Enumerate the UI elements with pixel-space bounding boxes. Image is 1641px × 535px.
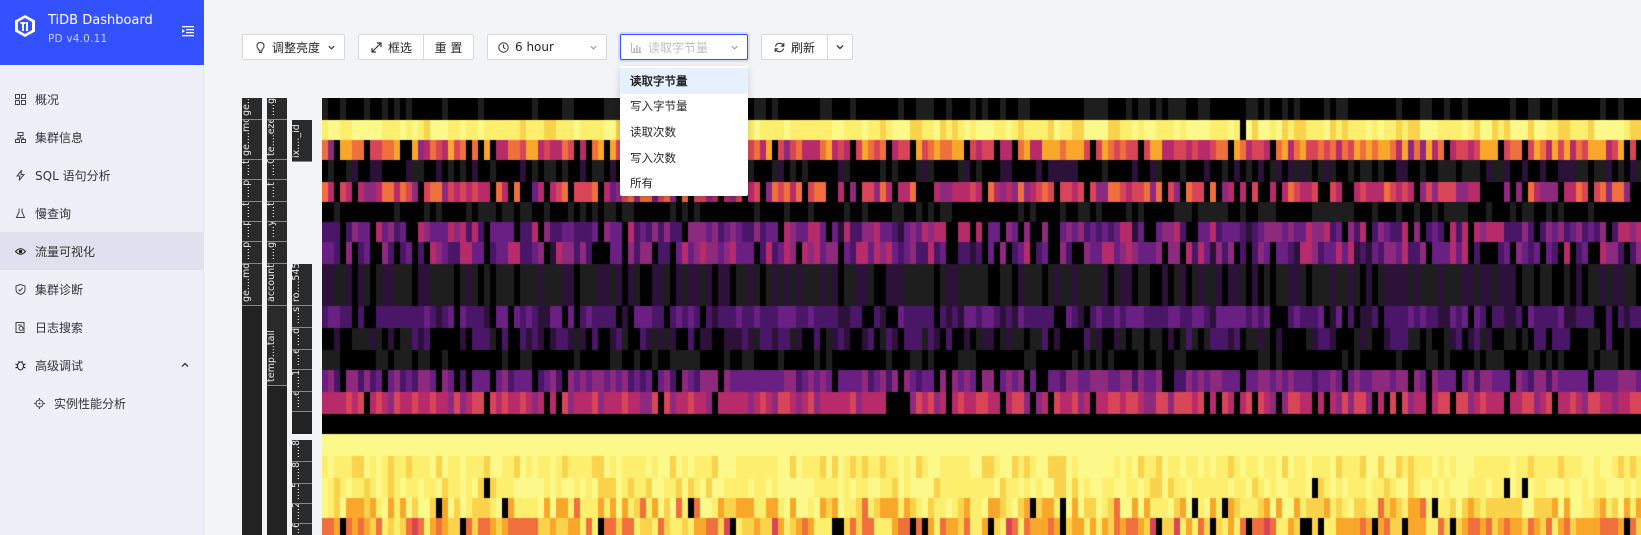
collapse-menu-icon[interactable] bbox=[181, 24, 195, 38]
flask-icon bbox=[15, 208, 26, 218]
axis-segment[interactable]: ix...._id bbox=[292, 120, 312, 162]
axis-segment[interactable]: te....eze bbox=[267, 120, 287, 160]
axis-segment[interactable]: temp....tail bbox=[267, 306, 287, 386]
clock-icon bbox=[498, 41, 509, 53]
chevron-down-icon bbox=[328, 45, 335, 50]
sidebar-item-sql-analysis[interactable]: SQL 语句分析 bbox=[0, 156, 204, 194]
refresh-icon bbox=[774, 42, 785, 52]
axis-segment[interactable]: ....g bbox=[267, 242, 287, 264]
sidebar-item-label: SQL 语句分析 bbox=[35, 168, 111, 183]
axis-segment[interactable]: ....t bbox=[267, 180, 287, 202]
sidebar-item-label: 日志搜索 bbox=[35, 320, 84, 335]
axis-segment[interactable]: ....G bbox=[267, 160, 287, 180]
sidebar-item-slow-query[interactable]: 慢查询 bbox=[0, 194, 204, 232]
brush-select-button[interactable]: 框选 bbox=[358, 34, 424, 60]
target-icon bbox=[34, 397, 45, 409]
metric-select[interactable]: 读取字节量 bbox=[620, 34, 748, 60]
axis-segment[interactable]: ge....mdp....p bbox=[242, 264, 262, 306]
metric-dropdown: 读取字节量 写入字节量 读取次数 写入次数 所有 bbox=[620, 66, 748, 196]
axis-segment[interactable]: ....6 bbox=[292, 524, 312, 535]
axis-segment[interactable]: ge....mdp....p bbox=[242, 98, 262, 120]
brightness-label: 调整亮度 bbox=[272, 40, 321, 55]
tidb-logo-icon bbox=[15, 15, 35, 37]
axis-segment[interactable]: ....t bbox=[242, 202, 262, 222]
heatmap-axis-index: ....8 ....8 ....5 ....2 ....6 bbox=[292, 440, 312, 535]
chevron-up-icon bbox=[181, 362, 189, 367]
axis-segment[interactable]: ge....mdp....p bbox=[242, 120, 262, 160]
reset-label: 重 置 bbox=[434, 40, 463, 55]
metric-option-read-bytes[interactable]: 读取字节量 bbox=[620, 68, 748, 94]
sidebar-menu: 概况 集群信息 SQL 语句分析 慢查询 流量可视化 集群诊断 日志搜索 高级调… bbox=[0, 80, 204, 422]
sidebar-item-log-search[interactable]: 日志搜索 bbox=[0, 308, 204, 346]
sidebar-item-label: 高级调试 bbox=[35, 358, 84, 373]
sidebar-item-label: 慢查询 bbox=[35, 206, 72, 221]
heatmap-axis-index: ro....545 ....s ....d ....e ....1 ....e bbox=[292, 264, 312, 434]
metric-option-write-bytes[interactable]: 写入字节量 bbox=[620, 94, 748, 120]
chevron-down-icon bbox=[836, 45, 844, 50]
sidebar-item-diagnose[interactable]: 集群诊断 bbox=[0, 270, 204, 308]
sidebar-item-label: 概况 bbox=[35, 92, 60, 107]
heatmap-axis-table: ....g te....eze ....G ....t ....t ....y … bbox=[267, 98, 287, 535]
shield-check-icon bbox=[15, 283, 26, 295]
sidebar-item-label: 集群诊断 bbox=[35, 282, 84, 297]
axis-segment[interactable]: ....p bbox=[242, 222, 262, 242]
sidebar-item-key-visualizer[interactable]: 流量可视化 bbox=[0, 232, 204, 270]
sidebar-item-overview[interactable]: 概况 bbox=[0, 80, 204, 118]
bug-icon bbox=[15, 360, 26, 370]
bar-chart-icon bbox=[631, 42, 642, 53]
traffic-heatmap[interactable] bbox=[322, 98, 1641, 535]
axis-segment[interactable]: ....p bbox=[242, 180, 262, 202]
metric-select-value: 读取字节量 bbox=[648, 40, 709, 55]
brush-label: 框选 bbox=[388, 40, 413, 55]
axis-segment[interactable]: ....e bbox=[292, 392, 312, 412]
metric-option-write-keys[interactable]: 写入次数 bbox=[620, 145, 748, 171]
sidebar: TiDB Dashboard PD v4.0.11 概况 集群信息 SQL 语句… bbox=[0, 0, 204, 535]
app-root: TiDB Dashboard PD v4.0.11 概况 集群信息 SQL 语句… bbox=[0, 0, 1641, 535]
sidebar-item-label: 流量可视化 bbox=[35, 244, 96, 259]
sidebar-item-advanced-debug[interactable]: 高级调试 bbox=[0, 346, 204, 384]
axis-segment[interactable]: ....t bbox=[242, 160, 262, 180]
axis-segment[interactable]: ....8 bbox=[292, 462, 312, 484]
brand-header: TiDB Dashboard PD v4.0.11 bbox=[0, 0, 204, 65]
lightning-icon bbox=[15, 169, 26, 181]
dashboard-grid-icon bbox=[15, 93, 26, 105]
brand-title: TiDB Dashboard bbox=[48, 13, 153, 28]
brand-version: PD v4.0.11 bbox=[48, 33, 108, 45]
time-range-select[interactable]: 6 hour bbox=[487, 34, 607, 60]
reset-button[interactable]: 重 置 bbox=[423, 34, 474, 60]
refresh-label: 刷新 bbox=[791, 40, 816, 55]
axis-segment[interactable]: ....y bbox=[267, 222, 287, 242]
sidebar-item-cluster-info[interactable]: 集群信息 bbox=[0, 118, 204, 156]
metric-option-read-keys[interactable]: 读取次数 bbox=[620, 119, 748, 145]
axis-segment[interactable]: ....2 bbox=[292, 504, 312, 524]
axis-segment[interactable]: ....d bbox=[292, 328, 312, 350]
cluster-icon bbox=[15, 131, 26, 143]
axis-segment[interactable]: ....p bbox=[242, 242, 262, 264]
axis-segment[interactable]: ....e bbox=[292, 350, 312, 370]
eye-icon bbox=[15, 247, 26, 255]
refresh-options-button[interactable] bbox=[827, 34, 853, 60]
heatmap-axis-index: ix...._id bbox=[292, 120, 312, 162]
bulb-icon bbox=[256, 41, 265, 53]
sidebar-item-label: 实例性能分析 bbox=[54, 396, 127, 411]
chevron-down-icon bbox=[590, 45, 597, 50]
sidebar-item-label: 集群信息 bbox=[35, 130, 84, 145]
time-range-value: 6 hour bbox=[515, 40, 554, 54]
sidebar-item-instance-profiling[interactable]: 实例性能分析 bbox=[0, 384, 204, 422]
metric-option-all[interactable]: 所有 bbox=[620, 170, 748, 196]
axis-segment[interactable]: ....s bbox=[292, 306, 312, 328]
axis-segment[interactable]: ....1 bbox=[292, 370, 312, 392]
log-search-icon bbox=[15, 321, 25, 333]
axis-segment[interactable]: ....5 bbox=[292, 484, 312, 504]
axis-segment[interactable]: ro....545 bbox=[292, 264, 312, 306]
expand-arrows-icon bbox=[371, 41, 382, 53]
axis-segment[interactable]: ....t bbox=[267, 202, 287, 222]
axis-segment[interactable]: ....g bbox=[267, 98, 287, 120]
axis-segment[interactable]: account bbox=[267, 264, 287, 306]
chevron-down-icon bbox=[731, 45, 738, 50]
heatmap-axis-db: ge....mdp....p ge....mdp....p ....t ....… bbox=[242, 98, 262, 535]
axis-segment[interactable]: ....8 bbox=[292, 440, 312, 462]
brightness-button[interactable]: 调整亮度 bbox=[242, 34, 345, 60]
refresh-button[interactable]: 刷新 bbox=[761, 34, 828, 60]
